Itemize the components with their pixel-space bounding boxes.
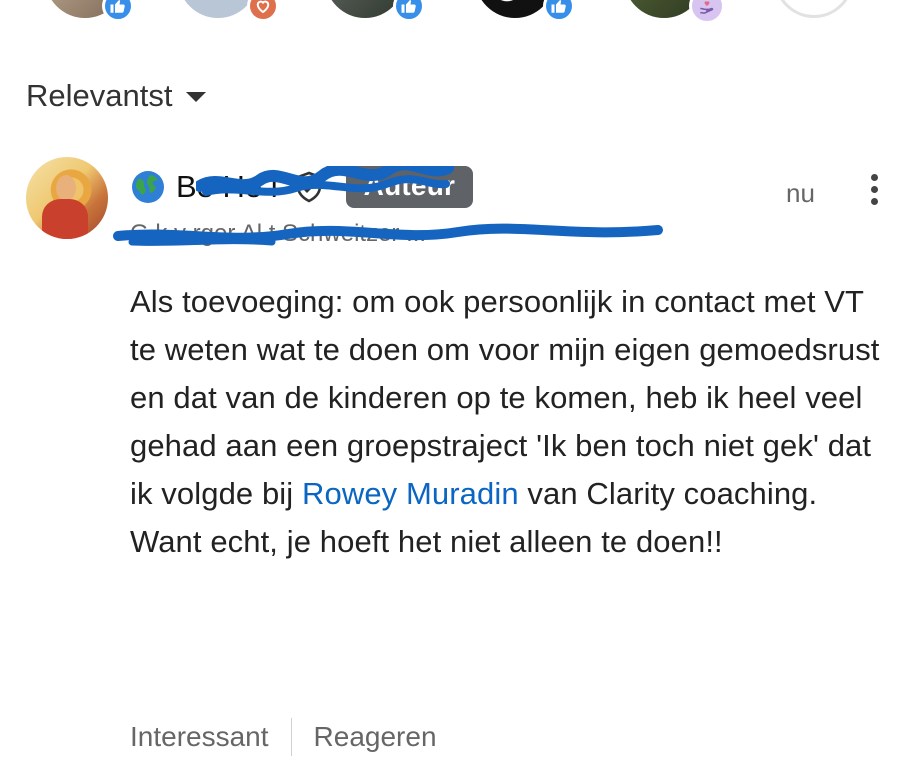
more-icon[interactable] xyxy=(862,174,886,214)
sort-dropdown[interactable]: Relevantst xyxy=(26,78,207,114)
author-badge: Auteur xyxy=(345,166,474,208)
comment-text: Als toevoeging: om ook persoonlijk in co… xyxy=(130,278,890,566)
comment-header: Be He l Auteur xyxy=(130,165,474,209)
author-subtitle: G k v rger Al t Schweitzer ... xyxy=(130,220,427,247)
mention-link[interactable]: Rowey Muradin xyxy=(302,476,519,511)
sort-label: Relevantst xyxy=(26,78,173,113)
interesting-button[interactable]: Interessant xyxy=(130,721,269,753)
globe-icon xyxy=(132,171,164,203)
chevron-down-icon xyxy=(186,92,207,102)
divider xyxy=(290,718,292,756)
love-icon xyxy=(247,0,279,22)
reactions-strip xyxy=(0,0,911,38)
avatar[interactable] xyxy=(26,157,108,239)
reply-button[interactable]: Reageren xyxy=(314,721,437,753)
like-icon xyxy=(102,0,134,22)
support-icon xyxy=(689,0,725,24)
comment-timestamp: nu xyxy=(786,178,815,208)
more-reactors-button[interactable] xyxy=(774,0,854,18)
verified-icon xyxy=(296,171,321,203)
reactor-avatar-2[interactable] xyxy=(178,0,258,18)
author-name[interactable]: Be He l xyxy=(176,169,282,205)
comment-actions: Interessant Reageren xyxy=(130,718,437,756)
like-icon xyxy=(393,0,425,22)
like-icon xyxy=(543,0,575,22)
